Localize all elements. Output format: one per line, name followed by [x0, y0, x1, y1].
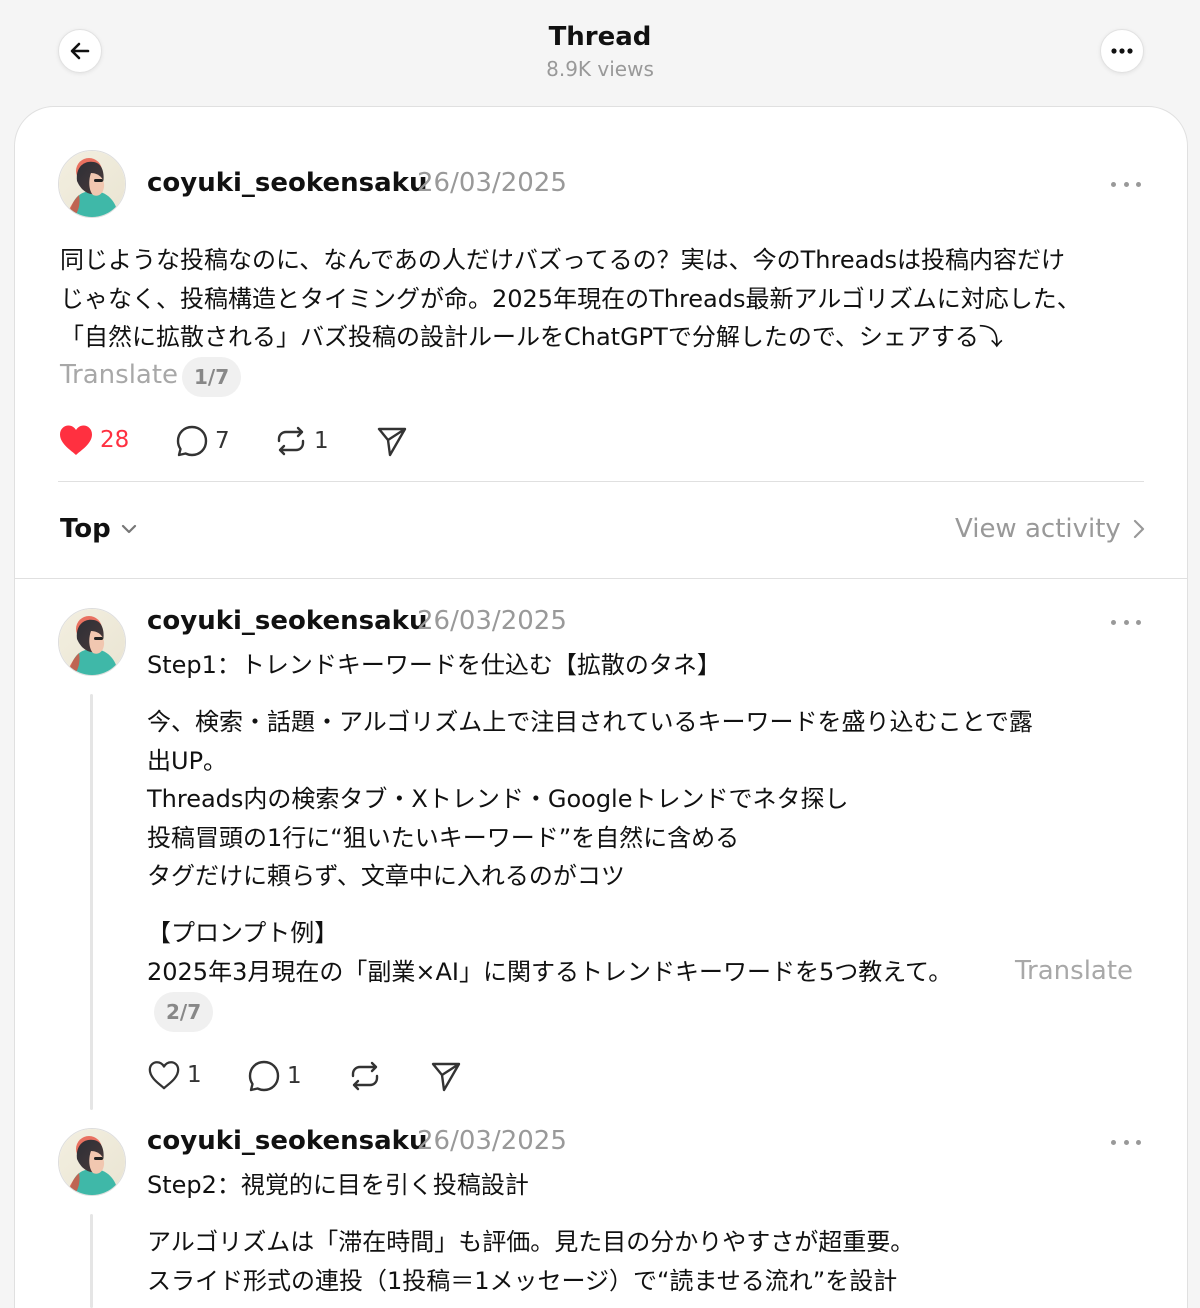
share-button[interactable]	[375, 424, 409, 458]
dot-icon	[1136, 181, 1141, 187]
page-title: Thread	[548, 22, 652, 52]
reply-line: タグだけに頼らず、文章中に入れるのがコツ	[147, 862, 625, 890]
avatar-image	[59, 151, 126, 218]
reply-more-button[interactable]	[1111, 617, 1141, 627]
dot-icon	[1136, 1139, 1141, 1145]
dot-icon	[1111, 181, 1116, 187]
like-button[interactable]: 1	[147, 1059, 202, 1091]
dot-icon	[1123, 181, 1129, 187]
reply-line: Threads内の検索タブ・Xトレンド・Googleトレンドでネタ探し	[147, 785, 849, 813]
post-date: 26/03/2025	[417, 168, 567, 198]
dot-icon	[1123, 1139, 1129, 1145]
reply-body: 今、検索・話題・アルゴリズム上で注目されているキーワードを盛り込むことで露 出U…	[147, 703, 1033, 896]
comment-button[interactable]: 7	[175, 424, 230, 458]
translate-link[interactable]: Translate	[60, 360, 178, 390]
page-indicator-badge: 2/7	[154, 992, 214, 1032]
view-activity-label: View activity	[955, 514, 1121, 544]
avatar[interactable]	[58, 608, 126, 676]
post-more-button[interactable]	[1111, 179, 1141, 189]
thread-line	[90, 694, 93, 1110]
chevron-right-icon	[1133, 519, 1144, 539]
translate-link[interactable]: Translate	[1015, 956, 1133, 986]
post-line: 「自然に拡散される」バズ投稿の設計ルールをChatGPTで分解したので、シェアす…	[60, 323, 1003, 351]
reply-username[interactable]: coyuki_seokensaku	[147, 606, 427, 636]
send-icon	[377, 427, 407, 457]
dot-icon	[1136, 619, 1141, 625]
sort-label: Top	[60, 514, 111, 544]
repost-icon	[351, 1061, 379, 1091]
reply-body: アルゴリズムは「滞在時間」も評価。見た目の分かりやすさが超重要。 スライド形式の…	[147, 1223, 914, 1300]
chevron-down-icon	[121, 524, 136, 534]
repost-button[interactable]	[348, 1059, 382, 1093]
post-username[interactable]: coyuki_seokensaku	[147, 168, 427, 198]
repost-icon	[277, 426, 305, 456]
reply-line: スライド形式の連投（1投稿＝1メッセージ）で“読ませる流れ”を設計	[147, 1266, 898, 1295]
heart-icon	[148, 1061, 180, 1090]
reply-heading: Step2：視覚的に目を引く投稿設計	[147, 1171, 529, 1199]
sort-dropdown[interactable]: Top	[60, 514, 137, 544]
repost-button[interactable]: 1	[274, 424, 329, 458]
reply-username[interactable]: coyuki_seokensaku	[147, 1126, 427, 1156]
reply-line: 投稿冒頭の1行に“狙いたいキーワード”を自然に含める	[147, 823, 740, 852]
share-button[interactable]	[429, 1059, 463, 1093]
avatar[interactable]	[58, 1128, 126, 1196]
reply-line: 出UP。	[147, 746, 228, 775]
view-count: 8.9K views	[546, 57, 654, 81]
post-line: じゃなく、投稿構造とタイミングが命。2025年現在のThreads最新アルゴリズ…	[60, 284, 1081, 313]
comment-icon	[176, 425, 208, 457]
header-bar: Thread 8.9K views	[0, 0, 1200, 106]
prompt-text: 2025年3月現在の「副業×AI」に関するトレンドキーワードを5つ教えて。	[147, 958, 953, 986]
avatar-image	[59, 609, 126, 676]
reply-date: 26/03/2025	[417, 606, 567, 636]
like-button[interactable]: 28	[58, 424, 129, 456]
post-body: 同じような投稿なのに、なんであの人だけバズってるの？実は、今のThreadsは投…	[60, 241, 1081, 357]
comment-count: 1	[287, 1063, 302, 1089]
view-activity-link[interactable]: View activity	[955, 514, 1145, 544]
repost-count: 1	[314, 428, 329, 454]
like-count: 1	[187, 1062, 202, 1088]
comment-button[interactable]: 1	[247, 1059, 302, 1093]
heart-filled-icon	[60, 425, 92, 455]
dot-icon	[1123, 619, 1129, 625]
post-line: 同じような投稿なのに、なんであの人だけバズってるの？実は、今のThreadsは投…	[60, 246, 1066, 274]
reply-more-button[interactable]	[1111, 1137, 1141, 1147]
send-icon	[431, 1062, 461, 1092]
more-options-button[interactable]	[1100, 29, 1144, 73]
avatar-image	[59, 1129, 126, 1196]
dot-icon	[1111, 619, 1116, 625]
comment-count: 7	[215, 428, 230, 454]
divider	[15, 578, 1187, 579]
prompt-title: 【プロンプト例】	[147, 919, 339, 947]
thread-line	[90, 1214, 93, 1308]
reply-heading: Step1：トレンドキーワードを仕込む【拡散のタネ】	[147, 651, 721, 679]
page-indicator-badge: 1/7	[182, 357, 242, 397]
divider	[58, 481, 1144, 482]
dot-icon	[1111, 1139, 1116, 1145]
reply-date: 26/03/2025	[417, 1126, 567, 1156]
avatar[interactable]	[58, 150, 126, 218]
like-count: 28	[100, 427, 130, 453]
reply-line: アルゴリズムは「滞在時間」も評価。見た目の分かりやすさが超重要。	[147, 1228, 915, 1256]
comment-icon	[248, 1060, 280, 1092]
reply-line: 今、検索・話題・アルゴリズム上で注目されているキーワードを盛り込むことで露	[147, 708, 1033, 736]
more-icon	[1111, 48, 1133, 54]
